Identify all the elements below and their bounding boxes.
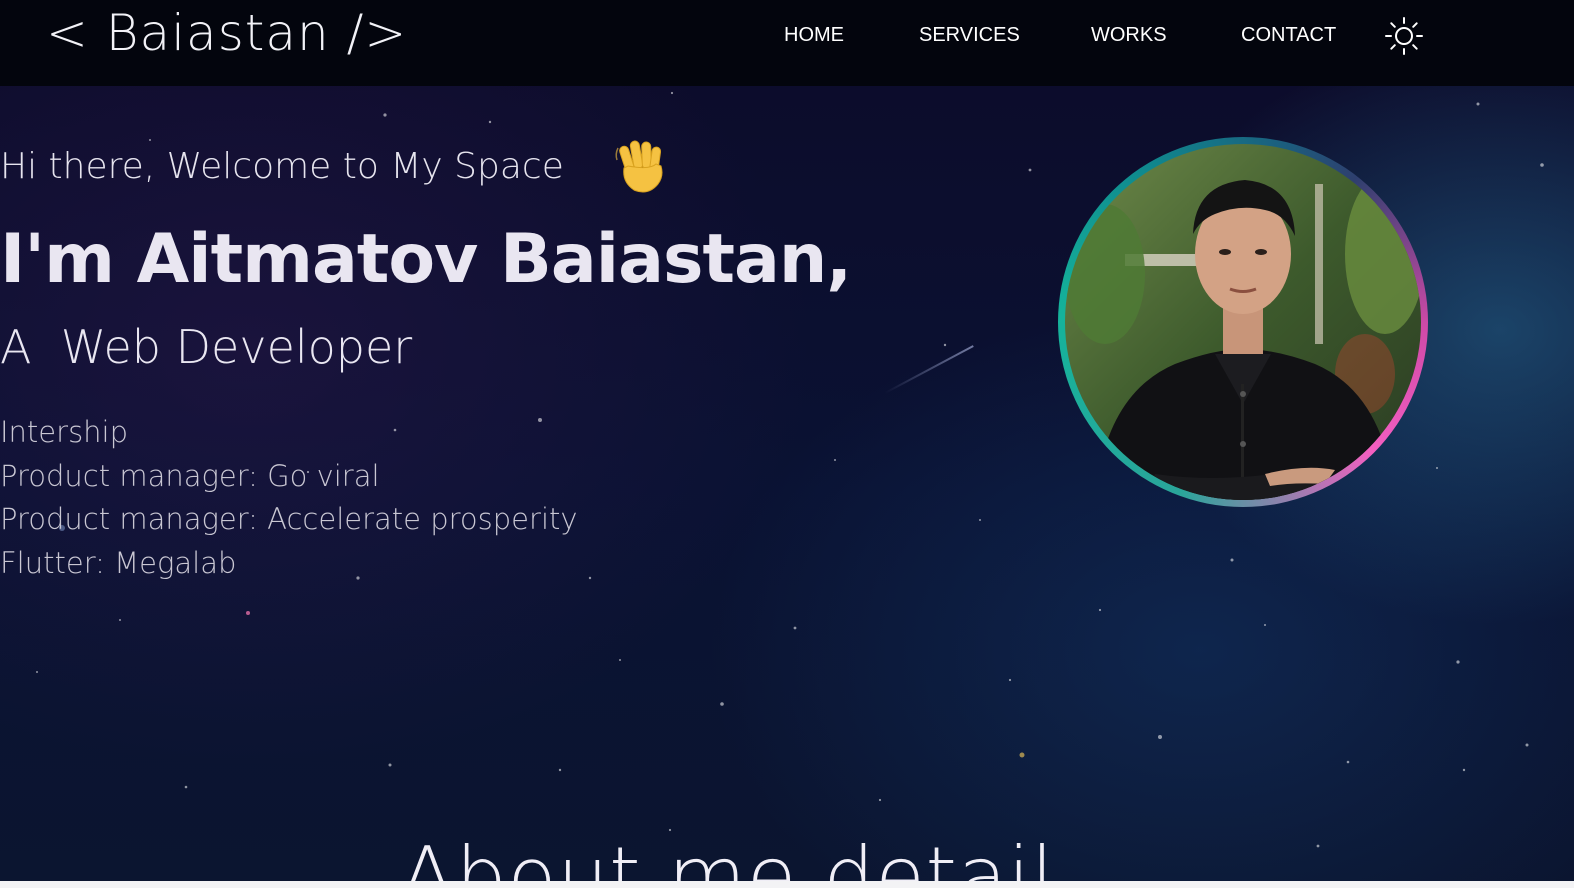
nav-home-link[interactable]: HOME: [784, 24, 844, 47]
waving-hand-icon: [615, 140, 663, 193]
sun-icon: [1385, 17, 1423, 55]
portfolio-page: < Baiastan /> HOME SERVICES WORKS CONTAC…: [0, 0, 1574, 888]
greeting-text: Hi there, Welcome to My Space: [0, 146, 564, 187]
nav-contact-link[interactable]: CONTACT: [1241, 24, 1336, 47]
hero-role-heading: A Web Developer: [0, 320, 413, 374]
hero-name-heading: I'm Aitmatov Baiastan,: [0, 220, 852, 299]
site-logo[interactable]: < Baiastan />: [46, 4, 407, 62]
experience-item: Product manager: Go viral: [0, 458, 380, 493]
shooting-star: [884, 345, 974, 394]
profile-photo: [1065, 144, 1421, 500]
experience-item: Product manager: Accelerate prosperity: [0, 502, 578, 536]
experience-list: Intership Product manager: Go viral Prod…: [0, 412, 578, 586]
theme-toggle-button[interactable]: [1384, 16, 1424, 56]
avatar-ring: [1058, 137, 1428, 507]
page-bottom-edge: [0, 881, 1574, 888]
navbar: < Baiastan /> HOME SERVICES WORKS CONTAC…: [0, 0, 1574, 86]
experience-item: Intership: [0, 415, 129, 449]
nav-services-link[interactable]: SERVICES: [919, 24, 1020, 47]
about-section-heading: About me detail: [400, 830, 1055, 888]
nav-works-link[interactable]: WORKS: [1091, 24, 1167, 47]
experience-item: Flutter: Megalab: [0, 545, 237, 580]
